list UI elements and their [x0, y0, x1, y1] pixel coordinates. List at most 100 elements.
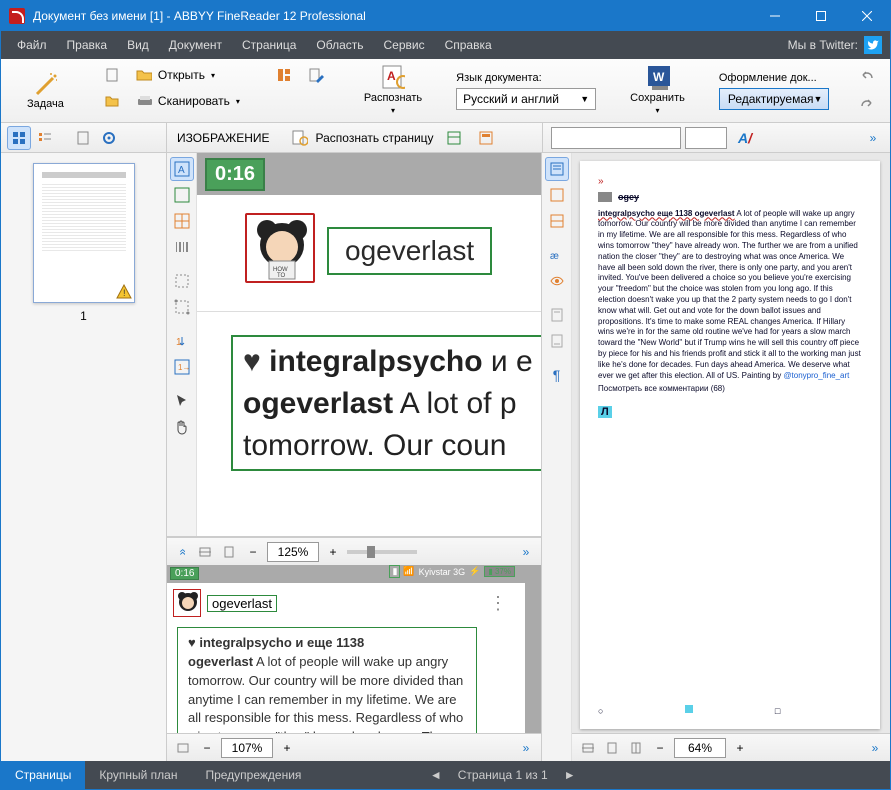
detail-canvas[interactable]: 0:16 ▮ 📶 Kyivstar 3G ⚡ ▮ 37% oge [167, 565, 541, 733]
ribbon: Задача Открыть ▾ Сканировать ▾ [1, 59, 890, 123]
wand-icon [33, 72, 57, 96]
text-zoom-input[interactable] [674, 738, 726, 758]
text-view-button[interactable] [545, 157, 569, 181]
page-edit-button[interactable] [302, 63, 330, 87]
page-layout-button[interactable] [270, 63, 298, 87]
list-button[interactable] [887, 91, 891, 115]
pilcrow-button[interactable]: ¶ [545, 363, 569, 387]
view-details-button[interactable] [33, 126, 57, 150]
picture-tool[interactable] [170, 183, 194, 207]
menubar: Файл Правка Вид Документ Страница Област… [1, 31, 890, 59]
scan-button[interactable]: Сканировать ▾ [130, 89, 246, 113]
image-zoom-input[interactable] [267, 542, 319, 562]
layout-select[interactable]: Редактируемая ▼ [719, 88, 829, 110]
verify-button[interactable] [545, 269, 569, 293]
text-fit-width[interactable] [578, 738, 598, 758]
menu-edit[interactable]: Правка [59, 34, 116, 56]
new-doc-button[interactable] [98, 63, 126, 87]
menu-area[interactable]: Область [308, 34, 371, 56]
page-number-label: 1 [80, 309, 87, 323]
status-tab-warn[interactable]: Предупреждения [191, 761, 315, 789]
svg-text:æ: æ [550, 251, 559, 262]
barcode-tool[interactable] [170, 235, 194, 259]
text-view2-button[interactable] [545, 183, 569, 207]
image-zoom-bar: » − + » [167, 537, 541, 565]
renumber-tool[interactable]: 1→ [170, 355, 194, 379]
font-size-input[interactable] [685, 127, 727, 149]
page-settings-button[interactable] [97, 126, 121, 150]
layout-label: Оформление док... [719, 72, 829, 84]
table-tool[interactable] [170, 209, 194, 233]
open-doc-button[interactable] [98, 89, 126, 113]
textbox-tool[interactable]: A [170, 157, 194, 181]
zoom-slider[interactable] [347, 550, 417, 554]
read-icon: A [381, 66, 405, 90]
next-page-button[interactable]: ► [558, 768, 582, 782]
analyze-layout-button[interactable] [474, 126, 498, 150]
page-thumbnail[interactable]: ! [33, 163, 135, 303]
page-down-button[interactable] [545, 329, 569, 353]
expand-image-toolbar[interactable]: » [517, 543, 535, 561]
image-canvas[interactable]: 0:16 HOWTO ogeverlast ♥ integralpsycho и… [197, 153, 541, 536]
zoom-out-button[interactable]: − [243, 542, 263, 562]
font-family-select[interactable] [551, 127, 681, 149]
page-props-button[interactable] [71, 126, 95, 150]
detail-zoom-input[interactable] [221, 738, 273, 758]
expand-detail-toolbar[interactable]: » [517, 739, 535, 757]
menu-help[interactable]: Справка [437, 34, 500, 56]
open-button[interactable]: Открыть ▾ [130, 63, 221, 87]
crop-tool[interactable] [170, 295, 194, 319]
menu-service[interactable]: Сервис [376, 34, 433, 56]
svg-text:A: A [178, 165, 185, 176]
analyze-page-button[interactable] [442, 126, 466, 150]
detail-zoom-in[interactable]: + [277, 738, 297, 758]
detail-text-region: ♥ integralpsycho и еще 1138 ogeverlast A… [177, 627, 477, 733]
text-fit-page[interactable] [602, 738, 622, 758]
prev-page-button[interactable]: ◄ [424, 768, 448, 782]
hand-tool[interactable] [170, 415, 194, 439]
order-tool[interactable]: 1 [170, 329, 194, 353]
menu-document[interactable]: Документ [161, 34, 230, 56]
menu-page[interactable]: Страница [234, 34, 304, 56]
text-zoom-out[interactable]: − [650, 738, 670, 758]
more-menu-icon[interactable]: ⋮ [489, 593, 507, 614]
read-button[interactable]: A Распознать ▾ [354, 64, 432, 117]
undo-button[interactable] [853, 63, 881, 87]
menu-view[interactable]: Вид [119, 34, 157, 56]
fit-width-button[interactable] [195, 542, 215, 562]
text-page[interactable]: » ogey integralpsycho еще 1138 ogeverlas… [580, 161, 880, 729]
twitter-icon[interactable] [864, 36, 882, 54]
task-button[interactable]: Задача [17, 70, 74, 112]
font-style-button[interactable]: A/ [731, 127, 759, 149]
text-zoom-in[interactable]: + [730, 738, 750, 758]
dictionary-button[interactable]: æ [545, 243, 569, 267]
minimize-button[interactable] [752, 1, 798, 31]
read-page-button[interactable]: Распознать страницу [316, 131, 434, 145]
detail-zoom-out[interactable]: − [197, 738, 217, 758]
status-tab-pages[interactable]: Страницы [1, 761, 85, 789]
status-tab-zoom[interactable]: Крупный план [85, 761, 191, 789]
expand-text-zoom[interactable]: » [866, 739, 884, 757]
expand-text-toolbar-button[interactable]: » [864, 129, 882, 147]
fit-page-button[interactable] [219, 542, 239, 562]
text-actual-size[interactable] [626, 738, 646, 758]
redo-button[interactable] [853, 91, 881, 115]
detail-fit-button[interactable] [173, 738, 193, 758]
view-thumbnails-button[interactable] [7, 126, 31, 150]
page-info: Страница 1 из 1 [458, 768, 548, 782]
mark-button[interactable] [887, 63, 891, 87]
username-region: ogeverlast [327, 227, 492, 275]
save-button[interactable]: W Сохранить ▾ [620, 64, 695, 117]
text-view3-button[interactable] [545, 209, 569, 233]
collapse-up-icon[interactable]: » [173, 543, 191, 561]
zoom-in-button[interactable]: + [323, 542, 343, 562]
select-area-tool[interactable] [170, 269, 194, 293]
close-button[interactable] [844, 1, 890, 31]
lang-select[interactable]: Русский и англий ▼ [456, 88, 596, 110]
pointer-tool[interactable] [170, 389, 194, 413]
time-badge: 0:16 [207, 160, 263, 189]
menu-file[interactable]: Файл [9, 34, 55, 56]
twitter-label: Мы в Twitter: [788, 38, 858, 52]
page-up-button[interactable] [545, 303, 569, 327]
maximize-button[interactable] [798, 1, 844, 31]
